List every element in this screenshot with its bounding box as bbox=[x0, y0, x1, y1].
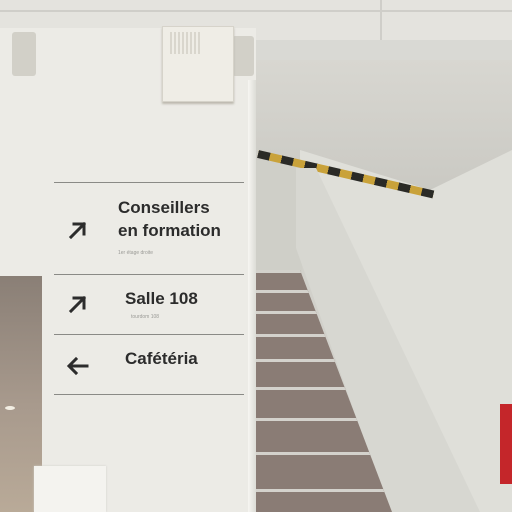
photo-scene: Conseillers en formation 1er étage droit… bbox=[0, 0, 512, 512]
sign-entry-subtitle: 1er étage droite bbox=[118, 250, 154, 256]
stair-step bbox=[252, 452, 392, 491]
ceiling-tile-edge bbox=[0, 10, 512, 12]
doorway-light bbox=[5, 406, 15, 410]
wall-fixture bbox=[12, 32, 36, 76]
arrow-left-icon bbox=[66, 356, 89, 376]
red-exit-sign bbox=[500, 404, 512, 484]
ceiling-tile-joint bbox=[380, 0, 382, 40]
vent-grille bbox=[170, 32, 200, 54]
sign-entry-title-line2: en formation bbox=[118, 221, 221, 240]
sign-divider bbox=[54, 334, 244, 335]
sign-entry-title: Conseillers bbox=[118, 198, 210, 217]
arrow-up-right-icon bbox=[68, 295, 87, 314]
sign-divider bbox=[54, 394, 244, 395]
stair-step bbox=[252, 489, 392, 512]
sign-divider bbox=[54, 182, 244, 183]
directional-sign: Conseillers en formation 1er étage droit… bbox=[40, 170, 252, 430]
sign-entry-title: Cafétéria bbox=[125, 349, 198, 368]
sign-divider bbox=[54, 274, 244, 275]
sign-entry-subtitle: tourdom 108 bbox=[131, 314, 160, 320]
arrow-up-right-icon bbox=[68, 221, 87, 240]
sign-entry-title: Salle 108 bbox=[125, 289, 198, 308]
white-box bbox=[34, 466, 106, 512]
wall-fixture bbox=[232, 36, 254, 76]
